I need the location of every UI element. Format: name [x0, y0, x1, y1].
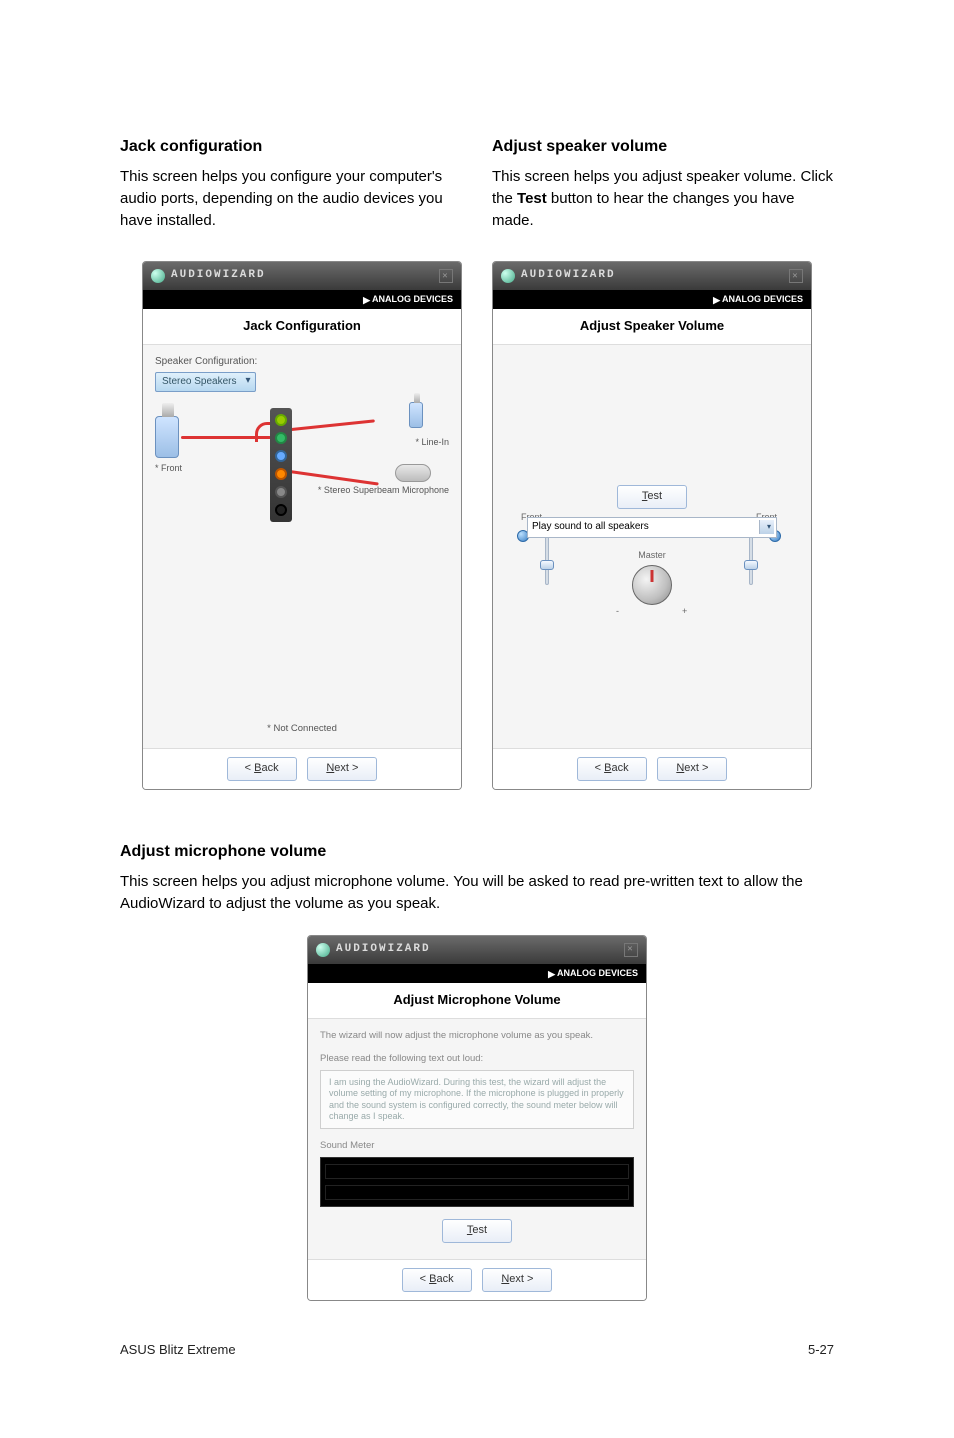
- back-rest: ack: [611, 762, 628, 774]
- app-title: AUDIOWIZARD: [521, 268, 616, 284]
- footer-left: ASUS Blitz Extreme: [120, 1341, 236, 1360]
- brand-text: ANALOG DEVICES: [722, 294, 803, 304]
- jack-config-window: AUDIOWIZARD ✕ ▶ANALOG DEVICES Jack Confi…: [142, 261, 462, 790]
- brand-strip: ▶ANALOG DEVICES: [308, 964, 646, 983]
- chevron-down-icon: ▾: [767, 521, 771, 533]
- titlebar: AUDIOWIZARD ✕: [143, 262, 461, 290]
- jack-port-icon[interactable]: [275, 504, 287, 516]
- sound-meter-label: Sound Meter: [320, 1139, 634, 1153]
- close-icon[interactable]: ✕: [439, 269, 453, 283]
- jack-port-icon[interactable]: [275, 432, 287, 444]
- next-rest: ext >: [684, 762, 708, 774]
- brand-strip: ▶ANALOG DEVICES: [493, 290, 811, 309]
- jack-port-icon[interactable]: [275, 486, 287, 498]
- master-label: Master: [638, 549, 666, 562]
- back-rest: ack: [436, 1273, 453, 1285]
- speaker-heading: Adjust speaker volume: [492, 135, 834, 158]
- wizard-footer: < Back Next >: [493, 748, 811, 789]
- back-rest: ack: [261, 762, 278, 774]
- titlebar: AUDIOWIZARD ✕: [493, 262, 811, 290]
- mic-volume-window: AUDIOWIZARD ✕ ▶ANALOG DEVICES Adjust Mic…: [307, 935, 647, 1301]
- mic-desc: The wizard will now adjust the microphon…: [320, 1029, 634, 1043]
- wizard-body: Adjust Speaker Volume Front Front Master…: [493, 309, 811, 748]
- microphone-label: * Stereo Superbeam Microphone: [318, 486, 449, 496]
- speaker-config-label: Speaker Configuration:: [155, 355, 449, 370]
- back-button[interactable]: < Back: [402, 1268, 472, 1292]
- speaker-controls: Front Front Master - + Test Play sound t…: [505, 485, 799, 680]
- test-rest: est: [472, 1224, 487, 1236]
- app-title: AUDIOWIZARD: [171, 268, 266, 284]
- jack-port-icon[interactable]: [275, 468, 287, 480]
- jack-port-icon[interactable]: [275, 450, 287, 462]
- back-button[interactable]: < Back: [577, 757, 647, 781]
- front-plug-icon: [155, 416, 179, 458]
- wizard-footer: < Back Next >: [308, 1259, 646, 1300]
- linein-plug-icon: [409, 402, 423, 428]
- footer-right: 5-27: [808, 1341, 834, 1360]
- test-button[interactable]: Test: [617, 485, 687, 509]
- wire: [285, 420, 375, 432]
- card-title: Adjust Microphone Volume: [308, 983, 646, 1019]
- linein-plug-label: * Line-In: [415, 436, 449, 449]
- card-title: Jack Configuration: [143, 309, 461, 345]
- test-rest: est: [647, 490, 662, 502]
- read-label: Please read the following text out loud:: [320, 1052, 634, 1066]
- play-sound-value: Play sound to all speakers: [532, 521, 649, 532]
- jack-body: This screen helps you configure your com…: [120, 166, 462, 231]
- next-button[interactable]: Next >: [482, 1268, 552, 1292]
- titlebar: AUDIOWIZARD ✕: [308, 936, 646, 964]
- sound-meter-bar: [325, 1164, 629, 1179]
- wizard-footer: < Back Next >: [143, 748, 461, 789]
- brand-text: ANALOG DEVICES: [372, 294, 453, 304]
- jack-diagram: * Front * Line-In * Stereo Superbeam Mic…: [155, 402, 449, 562]
- speaker-body: This screen helps you adjust speaker vol…: [492, 166, 834, 231]
- mic-heading: Adjust microphone volume: [120, 840, 834, 863]
- back-prefix: <: [245, 762, 254, 774]
- app-title: AUDIOWIZARD: [336, 942, 431, 958]
- app-icon: [316, 943, 330, 957]
- wire: [285, 470, 379, 486]
- close-icon[interactable]: ✕: [789, 269, 803, 283]
- wizard-body: Jack Configuration Speaker Configuration…: [143, 309, 461, 748]
- wire: [181, 436, 271, 439]
- sound-meter: [320, 1157, 634, 1207]
- back-prefix: <: [595, 762, 604, 774]
- app-icon: [501, 269, 515, 283]
- close-icon[interactable]: ✕: [624, 943, 638, 957]
- back-button[interactable]: < Back: [227, 757, 297, 781]
- test-button[interactable]: Test: [442, 1219, 512, 1243]
- jack-heading: Jack configuration: [120, 135, 462, 158]
- minus-label: -: [616, 605, 619, 618]
- app-icon: [151, 269, 165, 283]
- next-button[interactable]: Next >: [307, 757, 377, 781]
- next-rest: ext >: [334, 762, 358, 774]
- jack-port-icon[interactable]: [275, 414, 287, 426]
- read-text-box: I am using the AudioWizard. During this …: [320, 1070, 634, 1129]
- wizard-body: Adjust Microphone Volume The wizard will…: [308, 983, 646, 1259]
- speaker-volume-window: AUDIOWIZARD ✕ ▶ANALOG DEVICES Adjust Spe…: [492, 261, 812, 790]
- card-title: Adjust Speaker Volume: [493, 309, 811, 345]
- next-rest: ext >: [509, 1273, 533, 1285]
- front-plug-label: * Front: [155, 462, 182, 475]
- mic-body: This screen helps you adjust microphone …: [120, 871, 834, 915]
- back-prefix: <: [420, 1273, 429, 1285]
- play-sound-select[interactable]: Play sound to all speakers ▾: [527, 517, 777, 538]
- not-connected-label: * Not Connected: [155, 722, 449, 736]
- jack-panel: [270, 408, 292, 522]
- speaker-config-select[interactable]: Stereo Speakers: [155, 372, 256, 393]
- brand-text: ANALOG DEVICES: [557, 968, 638, 978]
- sound-meter-bar: [325, 1185, 629, 1200]
- plus-label: +: [682, 605, 687, 618]
- page-footer: ASUS Blitz Extreme 5-27: [120, 1341, 834, 1360]
- next-button[interactable]: Next >: [657, 757, 727, 781]
- speaker-body-bold: Test: [517, 190, 547, 207]
- brand-strip: ▶ANALOG DEVICES: [143, 290, 461, 309]
- master-volume-knob[interactable]: [632, 565, 672, 605]
- microphone-icon: [395, 464, 431, 482]
